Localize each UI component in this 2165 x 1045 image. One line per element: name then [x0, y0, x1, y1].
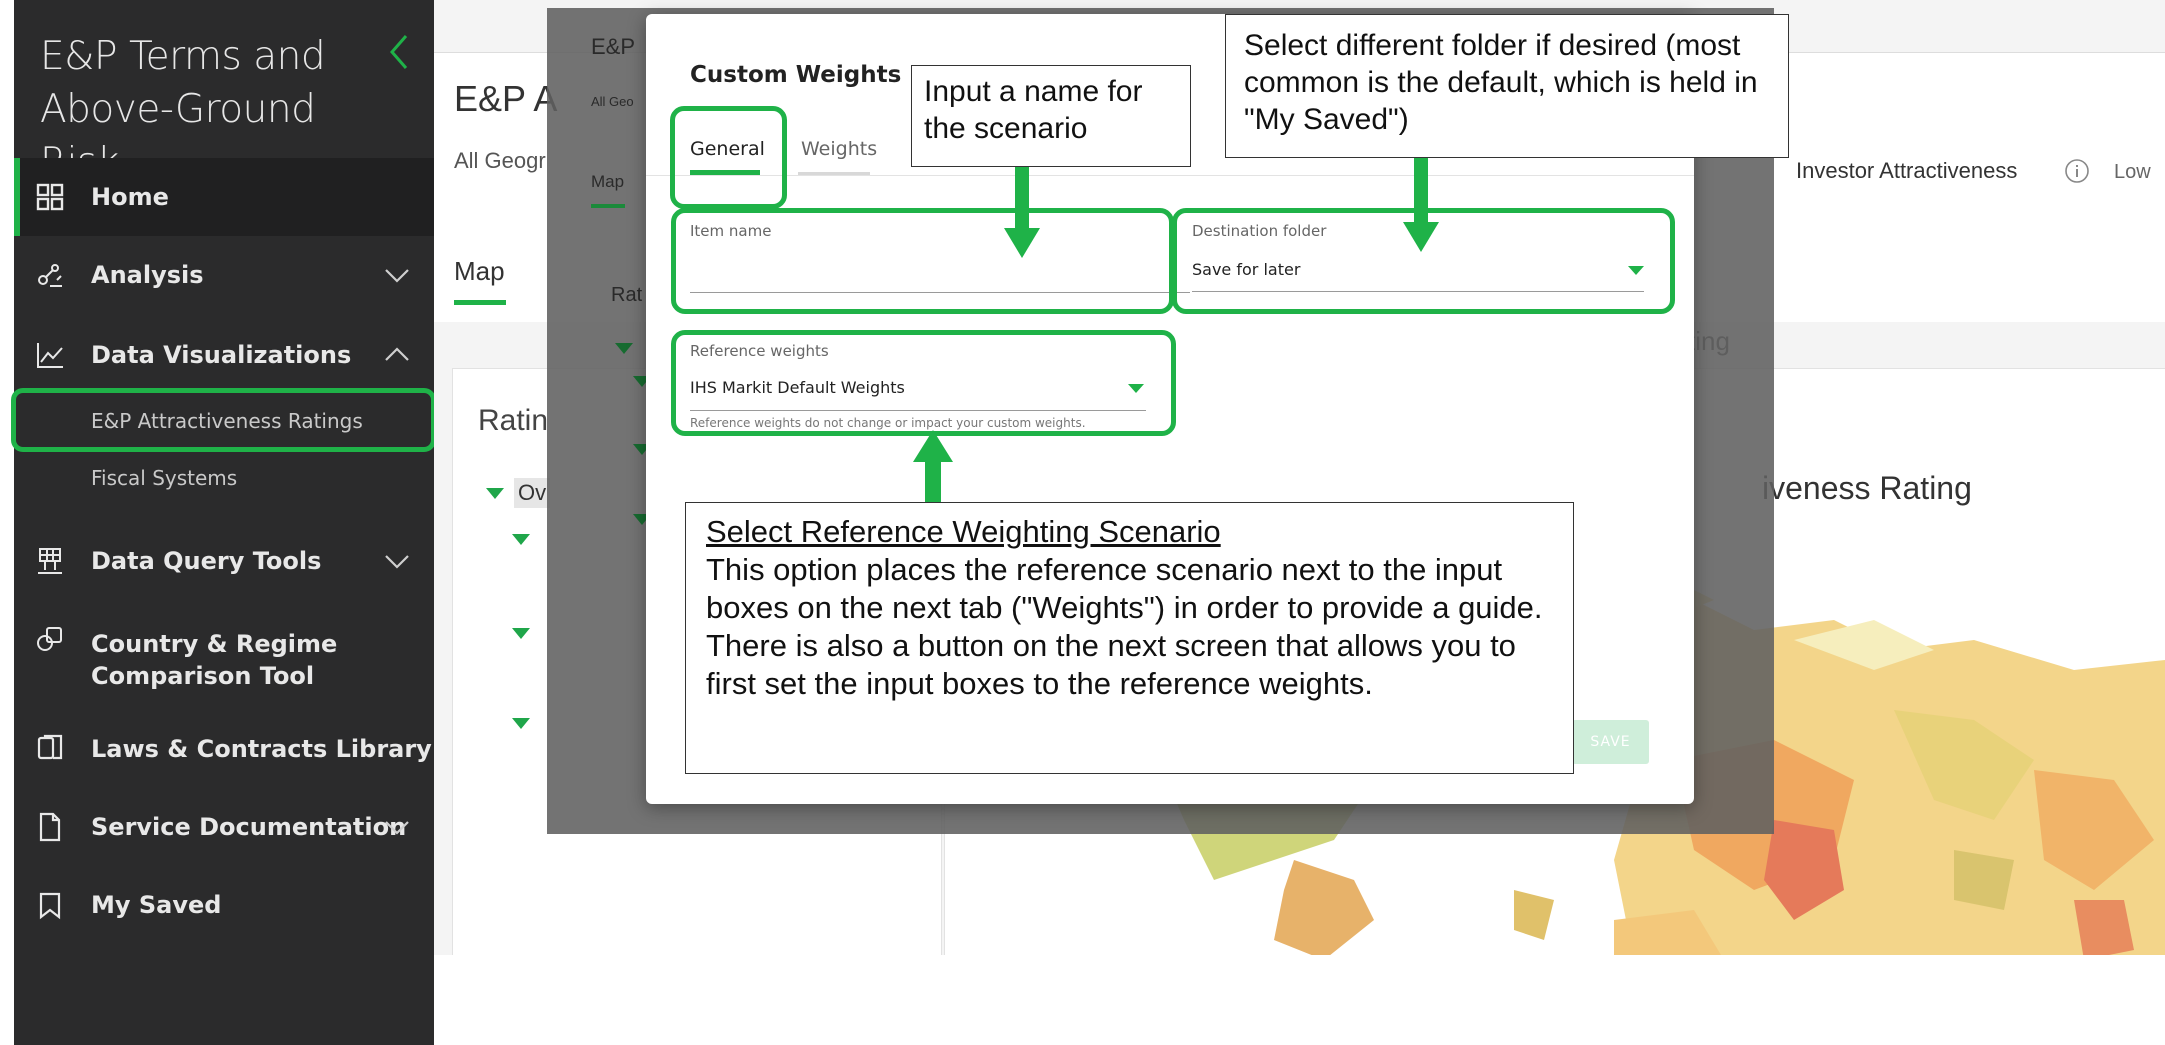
sidebar-item-label: Data Visualizations [91, 341, 352, 369]
bookmark-icon [34, 889, 66, 921]
arrow-up-to-reference-weights [913, 430, 953, 504]
analysis-icon [34, 259, 66, 291]
page-bottom [434, 955, 2165, 1045]
query-icon [34, 545, 66, 577]
save-button[interactable]: SAVE [1572, 720, 1649, 764]
sidebar-item-my-saved[interactable]: My Saved [14, 866, 434, 944]
tabs-divider [646, 175, 1694, 176]
expand-caret-icon[interactable] [486, 488, 504, 499]
page-title: E&P A [454, 78, 558, 119]
grid-icon [34, 181, 66, 213]
callout-reference-body: This option places the reference scenari… [706, 552, 1543, 701]
highlight-reference-weights [671, 330, 1176, 436]
highlight-item-name [671, 208, 1174, 314]
sidebar-item-data-query-tools[interactable]: Data Query Tools [14, 522, 434, 600]
callout-reference-title: Select Reference Weighting Scenario [706, 514, 1221, 549]
sidebar-item-country-regime-comparison[interactable]: Country & Regime Comparison Tool [14, 620, 434, 700]
chevron-up-icon[interactable] [382, 340, 412, 370]
sidebar-item-label: Service Documentation [91, 813, 407, 841]
dialog-title: Custom Weights [690, 62, 902, 88]
sidebar: E&P Terms and Above-Ground Risk Home Ana… [14, 0, 434, 1045]
highlight-ep-attractiveness-ratings [11, 388, 436, 452]
copy-icon [34, 733, 66, 765]
arrow-down-to-destination [1403, 154, 1439, 252]
sidebar-item-label: Laws & Contracts Library [91, 735, 432, 763]
callout-input-name: Input a name for the scenario [911, 65, 1191, 167]
backdrop-tab-underline [591, 204, 625, 208]
info-icon[interactable] [2064, 158, 2090, 184]
tab-weights[interactable]: Weights [801, 138, 877, 160]
tab-map-underline [454, 300, 506, 305]
backdrop-card-title: Rat [611, 284, 643, 306]
line-chart-icon [34, 339, 66, 371]
sidebar-item-home[interactable]: Home [14, 158, 434, 236]
tree-item-overall[interactable]: Ov [514, 478, 551, 508]
collapse-sidebar-icon[interactable] [386, 32, 412, 72]
backdrop-map-tab: Map [591, 172, 625, 191]
sidebar-item-label: My Saved [91, 891, 222, 919]
sidebar-item-label: Country & Regime Comparison Tool [91, 630, 338, 690]
investor-attractiveness-label: Investor Attractiveness [1796, 158, 2018, 183]
sidebar-item-service-documentation[interactable]: Service Documentation [14, 788, 434, 866]
expand-caret-icon[interactable] [512, 628, 530, 639]
backdrop-geo: All Geo [591, 94, 634, 109]
expand-caret-icon[interactable] [512, 718, 530, 729]
sidebar-item-data-visualizations[interactable]: Data Visualizations [14, 316, 434, 394]
arrow-down-to-item-name [1004, 158, 1040, 258]
sidebar-item-label: Data Query Tools [91, 547, 322, 575]
chevron-down-icon[interactable] [382, 546, 412, 576]
map-title: iveness Rating [1762, 470, 1972, 506]
tab-map[interactable]: Map [454, 256, 505, 287]
sidebar-item-analysis[interactable]: Analysis [14, 236, 434, 314]
low-legend-label: Low [2114, 161, 2151, 183]
ratings-card-title: Ratin [478, 404, 549, 437]
sidebar-item-laws-contracts-library[interactable]: Laws & Contracts Library [14, 710, 434, 788]
chevron-down-icon[interactable] [382, 260, 412, 290]
backdrop-title: E&P [591, 34, 636, 59]
sidebar-item-label: Analysis [91, 261, 204, 289]
highlight-general-tab [670, 106, 787, 209]
compare-icon [34, 624, 66, 656]
geography-label[interactable]: All Geogr [454, 148, 546, 174]
sidebar-subitem-fiscal-systems[interactable]: Fiscal Systems [14, 452, 434, 504]
expand-caret-icon [615, 343, 633, 354]
document-icon [34, 811, 66, 843]
callout-reference-weighting: Select Reference Weighting Scenario This… [685, 502, 1574, 774]
sidebar-item-label: Home [91, 183, 169, 211]
chevron-down-icon[interactable] [382, 812, 412, 842]
callout-select-folder: Select different folder if desired (most… [1225, 14, 1789, 158]
sidebar-subitem-label: Fiscal Systems [91, 466, 238, 490]
expand-caret-icon[interactable] [512, 534, 530, 545]
